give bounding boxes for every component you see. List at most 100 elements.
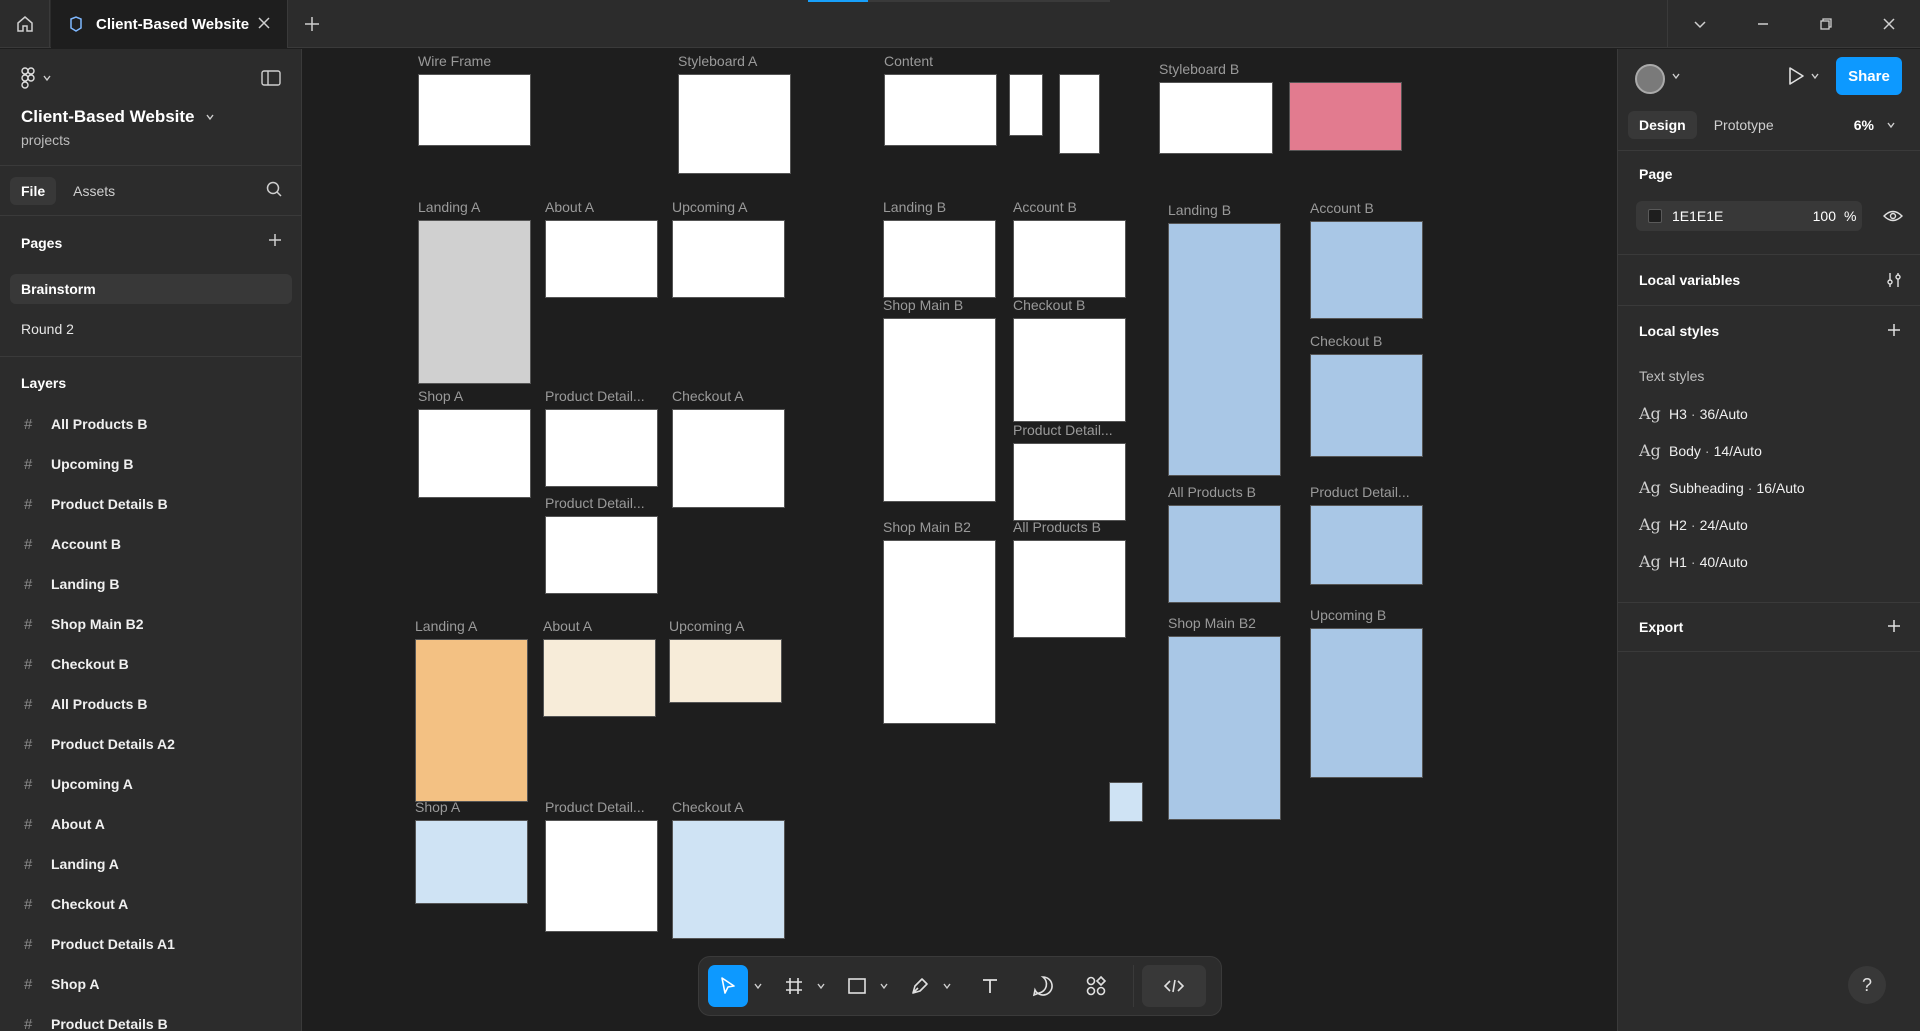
plus-icon[interactable] [302,14,322,34]
frame-thumbnail[interactable] [1109,782,1143,822]
close-icon[interactable] [257,16,271,30]
comment-tool[interactable] [1019,965,1067,1007]
add-style-icon[interactable] [1886,322,1902,338]
frame-label[interactable]: Product Detail... [1310,484,1410,500]
text-tool[interactable] [966,965,1014,1007]
frame-thumbnail[interactable] [415,639,528,802]
layer-item[interactable]: # Product Details B [0,484,301,524]
add-page-icon[interactable] [267,232,283,248]
minimize-button[interactable] [1731,0,1794,48]
page-opacity[interactable]: 100 [1800,208,1836,224]
frame-thumbnail[interactable] [545,409,658,487]
tab-file[interactable]: File [10,177,57,205]
frame-label[interactable]: Product Detail... [545,799,645,815]
variables-settings-icon[interactable] [1886,271,1902,289]
layer-item[interactable]: # Checkout A [0,884,301,924]
frame-label[interactable]: About A [545,199,594,215]
frame-thumbnail[interactable] [1059,74,1100,154]
frame-label[interactable]: Styleboard B [1159,61,1239,77]
page-item-brainstorm[interactable]: Brainstorm [10,274,292,304]
frame-label[interactable]: Shop Main B [883,297,963,313]
frame-thumbnail[interactable] [1013,540,1126,638]
chevron-down-icon[interactable] [816,981,826,991]
tab-design[interactable]: Design [1628,111,1697,139]
add-export-icon[interactable] [1886,618,1902,634]
tab-prototype[interactable]: Prototype [1703,111,1785,139]
frame-thumbnail[interactable] [672,820,785,939]
frame-label[interactable]: Upcoming B [1310,607,1386,623]
frame-thumbnail[interactable] [1310,628,1423,778]
frame-thumbnail[interactable] [1310,221,1423,319]
layer-item[interactable]: # Product Details B [0,1004,301,1031]
frame-label[interactable]: Landing B [1168,202,1231,218]
frame-thumbnail[interactable] [1159,82,1273,154]
layer-item[interactable]: # All Products B [0,404,301,444]
frame-label[interactable]: Shop Main B2 [883,519,971,535]
frame-label[interactable]: Product Detail... [545,388,645,404]
layer-item[interactable]: # Shop A [0,964,301,1004]
project-name[interactable]: projects [21,132,70,148]
frame-thumbnail[interactable] [678,74,791,174]
frame-thumbnail[interactable] [1168,505,1281,603]
layer-item[interactable]: # Account B [0,524,301,564]
frame-thumbnail[interactable] [418,220,531,384]
sidebar-toggle-icon[interactable] [261,69,281,87]
frame-thumbnail[interactable] [1013,443,1126,521]
frame-label[interactable]: Checkout A [672,388,744,404]
frame-label[interactable]: Content [884,53,933,69]
layer-item[interactable]: # Landing A [0,844,301,884]
frame-thumbnail[interactable] [1013,220,1126,298]
frame-thumbnail[interactable] [1013,318,1126,422]
frame-label[interactable]: Landing A [415,618,477,634]
layer-item[interactable]: # Shop Main B2 [0,604,301,644]
frame-label[interactable]: Checkout B [1013,297,1085,313]
text-style-item[interactable]: Ag H1 · 40/Auto [1639,552,1748,571]
frame-label[interactable]: Checkout A [672,799,744,815]
frame-thumbnail[interactable] [543,639,656,717]
chevron-down-icon[interactable] [1671,71,1681,81]
search-icon[interactable] [265,180,283,198]
help-button[interactable]: ? [1848,966,1886,1004]
frame-label[interactable]: Account B [1013,199,1077,215]
chevron-down-icon[interactable] [1810,71,1820,81]
frame-thumbnail[interactable] [884,74,997,146]
frame-thumbnail[interactable] [883,540,996,724]
file-tab[interactable]: Client-Based Website [51,0,288,48]
file-name-button[interactable]: Client-Based Website [21,107,215,127]
frame-thumbnail[interactable] [1289,82,1402,151]
frame-label[interactable]: All Products B [1168,484,1256,500]
frame-thumbnail[interactable] [1310,354,1423,457]
page-background-field[interactable]: 1E1E1E 100 % [1636,201,1862,231]
layer-item[interactable]: # Landing B [0,564,301,604]
frame-label[interactable]: Styleboard A [678,53,757,69]
frame-label[interactable]: Landing A [418,199,480,215]
frame-label[interactable]: Landing B [883,199,946,215]
frame-label[interactable]: Upcoming A [669,618,744,634]
frame-label[interactable]: Shop A [418,388,463,404]
home-button[interactable] [0,0,50,48]
text-style-item[interactable]: Ag Subheading · 16/Auto [1639,478,1805,497]
chevron-down-icon[interactable] [753,981,763,991]
frame-label[interactable]: Shop A [415,799,460,815]
frame-label[interactable]: Upcoming A [672,199,747,215]
frame-thumbnail[interactable] [672,220,785,298]
main-menu-button[interactable] [20,67,52,89]
frame-thumbnail[interactable] [418,74,531,146]
frame-label[interactable]: Product Detail... [1013,422,1113,438]
frame-label[interactable]: Shop Main B2 [1168,615,1256,631]
frame-label[interactable]: Product Detail... [545,495,645,511]
frame-thumbnail[interactable] [1310,505,1423,585]
canvas[interactable]: Wire Frame Styleboard A Content Styleboa… [303,49,1616,1031]
dev-mode-toggle[interactable] [1142,965,1206,1007]
chevron-down-icon[interactable] [879,981,889,991]
color-swatch[interactable] [1648,209,1662,223]
layer-item[interactable]: # Checkout B [0,644,301,684]
frame-thumbnail[interactable] [415,820,528,904]
avatar[interactable] [1635,64,1665,94]
frame-label[interactable]: About A [543,618,592,634]
frame-label[interactable]: All Products B [1013,519,1101,535]
frame-thumbnail[interactable] [545,220,658,298]
chevron-down-icon[interactable] [942,981,952,991]
frame-label[interactable]: Checkout B [1310,333,1382,349]
frame-thumbnail[interactable] [418,409,531,498]
